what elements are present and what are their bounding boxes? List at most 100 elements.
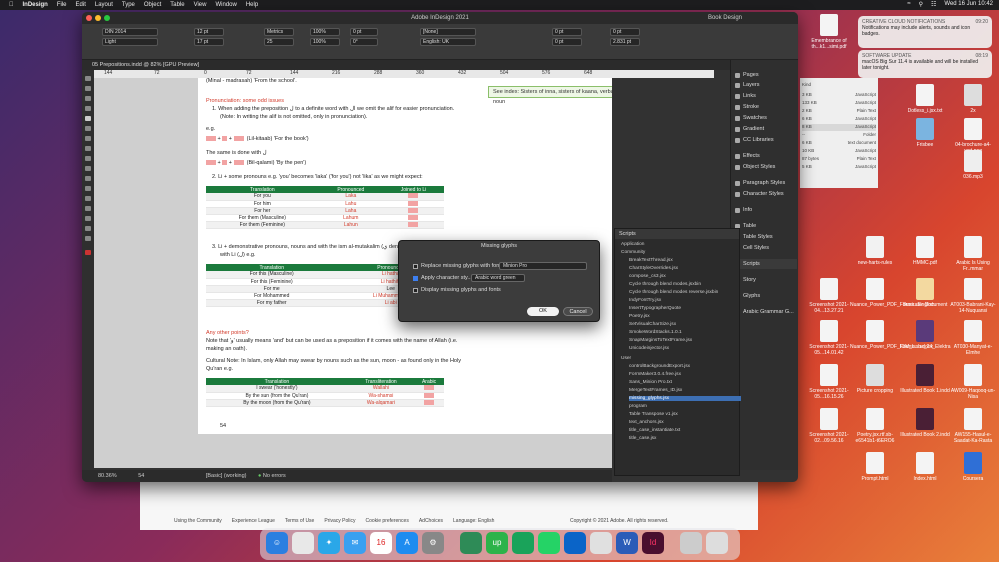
character-style-field[interactable]: [None]	[420, 28, 476, 36]
desktop-file[interactable]: Index.html	[900, 452, 950, 482]
desktop-file[interactable]: Emembrance of th...k1...simi.pdf	[804, 14, 854, 50]
script-item[interactable]: Unicodeinjector.jsx	[629, 346, 669, 351]
desktop-file[interactable]: Frisbee	[900, 118, 950, 148]
hand-tool-icon[interactable]	[85, 226, 91, 231]
finder-row[interactable]: 133 KB JavaScript	[802, 100, 876, 107]
desktop-file[interactable]: AT030-Manyat-e-Elmhe	[948, 320, 998, 356]
desktop-file[interactable]: Nuance_Power_PDF_Forms...h.docx	[850, 320, 933, 350]
launchpad-icon[interactable]	[292, 532, 314, 554]
panel-glyphs[interactable]: Glyphs	[735, 291, 797, 301]
panel-links[interactable]: Links	[735, 91, 797, 101]
tracking-field[interactable]: 25	[264, 38, 294, 46]
text-line[interactable]: 1. When adding the preposition ل to a de…	[212, 106, 454, 112]
footer-link[interactable]: Cookie preferences	[365, 518, 408, 524]
script-item[interactable]: InsertTypographerQuote	[629, 306, 681, 311]
eyedropper-tool-icon[interactable]	[85, 216, 91, 221]
desktop-file[interactable]: Screenshot 2021-04...13.27.21	[804, 278, 854, 314]
horizontal-ruler[interactable]: 144 72 0 72 144 216 288 360 432 504 576 …	[94, 70, 714, 78]
notification-creative-cloud[interactable]: CREATIVE CLOUD NOTIFICATIONS 09:20 Notifi…	[858, 16, 992, 48]
space-field[interactable]: 2.831 pt	[610, 38, 640, 46]
desktop-file[interactable]: Poetry.jsx.rtf.sb-e6541b1-t6ERO6	[850, 408, 900, 444]
pen-tool-icon[interactable]	[85, 136, 91, 141]
safari-icon[interactable]: ✦	[318, 532, 340, 554]
finder-row[interactable]: Kind	[802, 82, 876, 89]
menu-object[interactable]: Object	[144, 2, 161, 8]
panel-info[interactable]: Info	[735, 205, 797, 215]
finder-row[interactable]: 5 KB JavaScript	[802, 164, 876, 171]
script-item[interactable]: FormMaker3.0.4.free.jsx	[629, 372, 681, 377]
pencil-tool-icon[interactable]	[85, 146, 91, 151]
menu-file[interactable]: File	[57, 2, 67, 8]
font-style-field[interactable]: Light	[102, 38, 158, 46]
panel-table[interactable]: Table	[735, 221, 797, 231]
script-folder[interactable]: Community	[621, 250, 645, 255]
text-line[interactable]: Note that 'و' usually means 'and' but ca…	[206, 338, 457, 344]
menu-table[interactable]: Table	[170, 2, 184, 8]
menu-view[interactable]: View	[194, 2, 207, 8]
panel-character-styles[interactable]: Character Styles	[735, 189, 797, 199]
panel-object-styles[interactable]: Object Styles	[735, 162, 797, 172]
desktop-file[interactable]: Dotless_i.jsx.txt	[900, 84, 950, 114]
desktop-file[interactable]: AW009-Haqooq-un-Nisa	[948, 364, 998, 400]
text-line[interactable]: (Note: In writing the alif is not omitte…	[220, 114, 367, 120]
footer-link[interactable]: Language: English	[453, 518, 494, 524]
menu-app[interactable]: InDesign	[23, 2, 48, 8]
rectangle-frame-tool-icon[interactable]	[85, 156, 91, 161]
indent-field[interactable]: 0 pt	[552, 38, 582, 46]
desktop-file[interactable]: Illustrated Book 2.indd	[900, 408, 950, 438]
type-tool-icon[interactable]	[85, 116, 91, 121]
script-folder[interactable]: User	[621, 356, 631, 361]
selection-tool-icon[interactable]	[85, 76, 91, 81]
facetime-icon[interactable]	[460, 532, 482, 554]
script-item[interactable]: program	[629, 404, 647, 409]
panel-cc-libraries[interactable]: CC Libraries	[735, 135, 797, 145]
script-folder[interactable]: Application	[621, 242, 644, 247]
indent-field[interactable]: 0 pt	[552, 28, 582, 36]
panel-table-styles[interactable]: Table Styles	[735, 232, 797, 242]
baseline-shift-field[interactable]: 0 pt	[350, 28, 378, 36]
kerning-field[interactable]: Metrics	[264, 28, 294, 36]
desktop-file[interactable]: Nuance_Power_PDF_Forms...English	[850, 278, 934, 308]
apple-icon[interactable]: 	[9, 2, 14, 8]
desktop-file[interactable]: Screenshot 2021-02...09.56.16	[804, 408, 854, 444]
desktop-file[interactable]: Prompt.html	[850, 452, 900, 482]
preflight-status[interactable]: No errors	[263, 473, 286, 479]
horizontal-scale-field[interactable]: 100%	[310, 28, 340, 36]
direct-selection-tool-icon[interactable]	[85, 86, 91, 91]
line-tool-icon[interactable]	[85, 126, 91, 131]
script-item[interactable]: BreakTextThread.jsx	[629, 258, 673, 263]
display-missing-checkbox[interactable]	[413, 288, 418, 293]
panel-pages[interactable]: Pages	[735, 70, 797, 80]
oath-table[interactable]: Translation Transliteration Arabic I swear…	[206, 378, 444, 407]
script-item[interactable]: Sans_Minion Pro.txt	[629, 380, 672, 385]
wifi-icon[interactable]: ≈	[907, 1, 910, 8]
script-item[interactable]: Poetry.jsx	[629, 314, 650, 319]
desktop-file[interactable]: Illustrated Book 1.indd	[900, 364, 950, 394]
footer-link[interactable]: AdChoices	[419, 518, 443, 524]
notification-software-update[interactable]: SOFTWARE UPDATE 08:19 macOS Big Sur 11.4 …	[858, 50, 992, 78]
desktop-file[interactable]: Illustrator Document	[900, 278, 950, 308]
apply-character-style-checkbox[interactable]	[413, 276, 418, 281]
script-item-selected[interactable]: missing_glyphs.jsx	[629, 396, 741, 401]
leading-field[interactable]: 17 pt	[194, 38, 224, 46]
index-note[interactable]: See index: Sisters of inna, sisters of k…	[488, 86, 612, 105]
footer-link[interactable]: Using the Community	[174, 518, 222, 524]
panel-scripts[interactable]: Scripts	[735, 259, 797, 269]
script-item[interactable]: SetVisualCharSize.jsx	[629, 322, 676, 327]
text-line[interactable]: making an oath).	[206, 346, 247, 352]
text-line[interactable]: The same is done with ل	[206, 150, 267, 156]
desktop-file[interactable]: IDM_Issue_24_Elektra	[900, 320, 951, 350]
example-line[interactable]: + + (Bil-qalami) 'By the pen')	[206, 160, 306, 166]
zoom-button[interactable]	[104, 15, 110, 21]
text-line[interactable]: Cultural Note: In Islam, only Allah may …	[206, 358, 461, 364]
rectangle-tool-icon[interactable]	[85, 166, 91, 171]
menu-help[interactable]: Help	[246, 2, 258, 8]
panel-arabic-grammar[interactable]: Arabic Grammar G...	[735, 307, 797, 317]
page-field[interactable]: 54	[138, 473, 144, 479]
replace-glyphs-checkbox[interactable]	[413, 264, 418, 269]
chrome-icon[interactable]	[590, 532, 612, 554]
ok-button[interactable]: OK	[527, 307, 559, 316]
desktop-file[interactable]: 2x	[948, 84, 998, 114]
desktop-file[interactable]: AT003-Babrani-Kay-14-Nuquansi	[948, 278, 998, 314]
app-store-icon[interactable]: A	[396, 532, 418, 554]
